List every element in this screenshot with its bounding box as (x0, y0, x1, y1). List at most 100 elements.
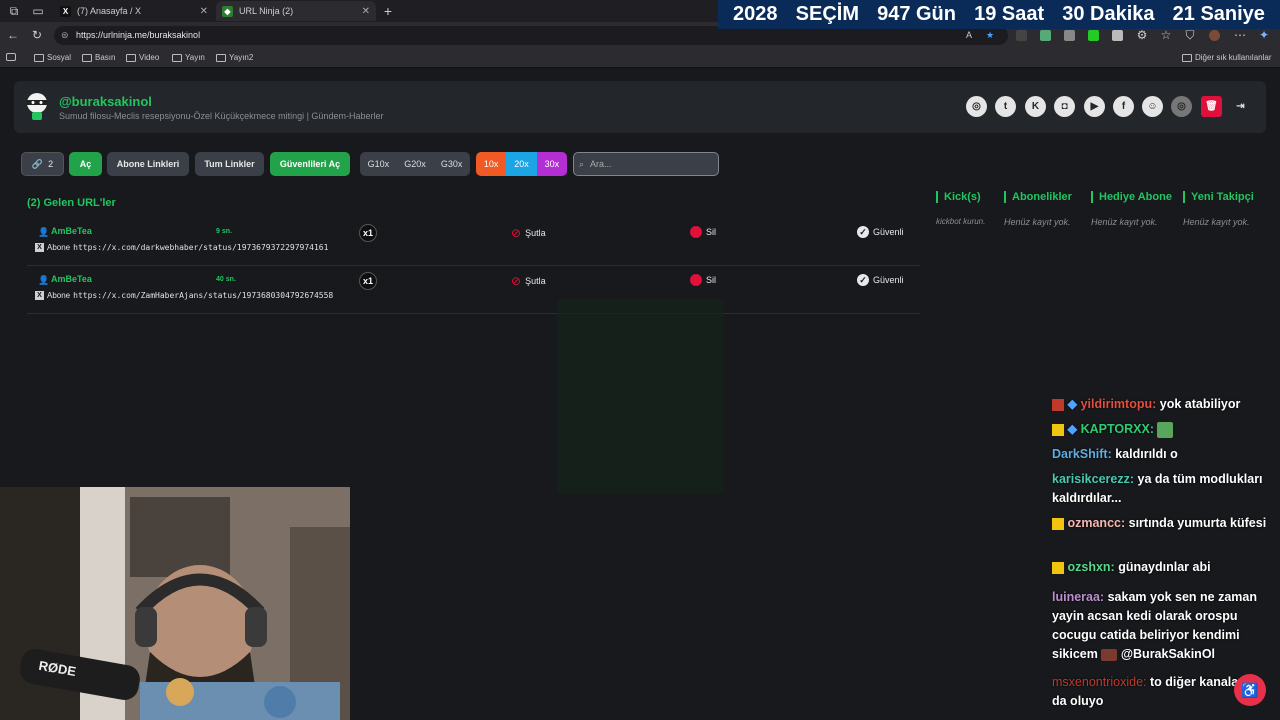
multiplier-badge: x1 (359, 224, 377, 242)
row-username[interactable]: AmBeTea (51, 274, 92, 284)
close-icon[interactable]: ✕ (200, 6, 208, 17)
tab-actions-icon[interactable]: ▭ (30, 3, 46, 19)
chat-username: ozmancc: (1067, 516, 1126, 530)
back-icon[interactable]: ← (5, 27, 21, 43)
bookmark-label: Basın (95, 53, 116, 62)
chat-message: ozmancc: sırtında yumurta küfesi (1052, 514, 1274, 533)
user-icon: 👤 (38, 227, 50, 237)
folder-icon (34, 53, 44, 62)
workspaces-icon[interactable]: ⧉ (6, 3, 22, 19)
url-list-title: (2) Gelen URL'ler (27, 197, 116, 209)
site-info-icon[interactable]: ⊜ (61, 26, 69, 45)
new-follower-column-empty: Henüz kayıt yok. (1183, 217, 1250, 227)
bookmark-label: Yayın2 (229, 53, 254, 62)
20x-button[interactable]: 20x (506, 152, 537, 176)
row-username[interactable]: AmBeTea (51, 226, 92, 236)
trusted-button[interactable]: ✓ Güvenli (857, 274, 904, 286)
emote-icon (1157, 421, 1174, 438)
countdown-minutes: 30 Dakika (1062, 3, 1155, 25)
bookmark-folder[interactable]: Sosyal (34, 53, 71, 62)
delete-button[interactable]: Sil (690, 274, 716, 286)
open-button[interactable]: Aç (69, 152, 102, 176)
x-logo-icon: X (35, 243, 44, 252)
bookmark-folder[interactable]: Yayın2 (216, 53, 253, 62)
accessibility-fab-icon[interactable]: ♿ (1234, 674, 1266, 706)
chat-text: sırtında yumurta küfesi (1128, 516, 1267, 530)
reload-icon[interactable]: ↻ (29, 27, 45, 43)
badge-icon (1052, 423, 1064, 436)
discord-icon[interactable]: ☺ (1142, 96, 1163, 117)
extension-icon[interactable] (1040, 30, 1051, 41)
g30x-button[interactable]: G30x (441, 159, 463, 169)
other-bookmarks[interactable]: Diğer sık kullanılanlar (1182, 53, 1271, 62)
chat-message: luineraa: sakam yok sen ne zaman yayin a… (1052, 588, 1274, 664)
tab-urlninja[interactable]: ◆ URL Ninja (2) ✕ (216, 1, 376, 21)
profile-username[interactable]: @buraksakinol (59, 94, 152, 109)
multiplier-badge: x1 (359, 272, 377, 290)
bookmark-label: Diğer sık kullanılanlar (1195, 53, 1272, 62)
url-row: 👤 AmBeTea 40 sn. x1 ⊘ Şutla Sil ✓ Güvenl… (27, 266, 920, 314)
webcam-overlay: RØDE (0, 487, 350, 720)
check-icon: ✓ (857, 226, 869, 238)
extension-icon[interactable] (1112, 30, 1123, 41)
tab-label: (7) Anasayfa / X (77, 6, 142, 16)
10x-button[interactable]: 10x (476, 152, 507, 176)
more-menu-icon[interactable]: ⋯ (1232, 27, 1248, 43)
ban-icon: ⊘ (511, 274, 522, 288)
row-link[interactable]: X Abone https://x.com/darkwebhaber/statu… (35, 243, 328, 252)
search-input[interactable]: ⌕ Ara... (573, 152, 719, 176)
trash-icon[interactable]: 🗑 (1201, 96, 1222, 117)
delete-button[interactable]: Sil (690, 226, 716, 238)
subscriber-links-button[interactable]: Abone Linkleri (107, 152, 189, 176)
link-icon: 🔗 (31, 158, 44, 169)
open-trusted-button[interactable]: Güvenlileri Aç (270, 152, 350, 176)
close-icon[interactable]: ✕ (362, 6, 370, 17)
twitter-icon[interactable]: t (995, 96, 1016, 117)
trusted-button[interactable]: ✓ Güvenli (857, 226, 904, 238)
row-link[interactable]: X Abone https://x.com/ZamHaberAjans/stat… (35, 291, 333, 300)
logout-icon[interactable]: ⇥ (1230, 96, 1251, 117)
countdown-year: 2028 (733, 3, 778, 25)
bookmark-folder[interactable]: Yayın (172, 53, 205, 62)
g20x-button[interactable]: G20x (404, 159, 426, 169)
gift-sub-column-title: Hediye Abone (1091, 191, 1172, 203)
skip-button[interactable]: ⊘ Şutla (511, 274, 546, 288)
countdown-label: SEÇİM (795, 3, 859, 25)
new-tab-icon[interactable]: + (380, 3, 396, 19)
chat-message: ozshxn: günaydınlar abi (1052, 558, 1274, 577)
chat-message: karisikcerezz: ya da tüm modlukları kald… (1052, 470, 1274, 508)
skip-button[interactable]: ⊘ Şutla (511, 226, 546, 240)
chat-text: günaydınlar abi (1118, 560, 1211, 574)
bookmarks-bar: Sosyal Basın Video Yayın Yayın2 Diğer sı… (0, 49, 1280, 68)
row-time: 40 sn. (216, 276, 236, 283)
badge-icon (1052, 398, 1064, 411)
tab-twitter[interactable]: X (7) Anasayfa / X ✕ (54, 1, 214, 21)
trusted-label: Güvenli (873, 227, 904, 237)
dribbble-icon[interactable]: ◎ (966, 96, 987, 117)
extension-icon[interactable] (1088, 30, 1099, 41)
profile-avatar[interactable] (1209, 30, 1220, 41)
g10x-button[interactable]: G10x (368, 159, 390, 169)
kick-icon[interactable]: K (1025, 96, 1046, 117)
30x-button[interactable]: 30x (536, 152, 567, 176)
skip-label: Şutla (525, 276, 546, 286)
extensions-puzzle-icon[interactable]: ⚙ (1134, 27, 1150, 43)
badge-icon: ◆ (1067, 397, 1078, 411)
folder-icon (216, 53, 226, 62)
all-links-button[interactable]: Tum Linkler (195, 152, 264, 176)
shield-icon[interactable]: ⛉ (1182, 27, 1198, 43)
bookmark-folder[interactable]: Basın (82, 53, 115, 62)
extension-icon[interactable] (1064, 30, 1075, 41)
extension-icon[interactable] (1016, 30, 1027, 41)
dribbble-icon[interactable]: ◎ (1171, 96, 1192, 117)
facebook-icon[interactable]: f (1113, 96, 1134, 117)
youtube-icon[interactable]: ▶ (1084, 96, 1105, 117)
collections-icon[interactable]: ☆ (1158, 27, 1174, 43)
chat-mention: @BurakSakinOl (1120, 647, 1216, 661)
bookmark-label: Sosyal (47, 53, 72, 62)
bookmark-folder[interactable]: Video (126, 53, 159, 62)
instagram-icon[interactable]: ◘ (1054, 96, 1075, 117)
bookmarks-toggle-icon[interactable] (6, 53, 16, 61)
link-count: 2 (48, 159, 54, 169)
copilot-icon[interactable]: ✦ (1256, 27, 1272, 43)
